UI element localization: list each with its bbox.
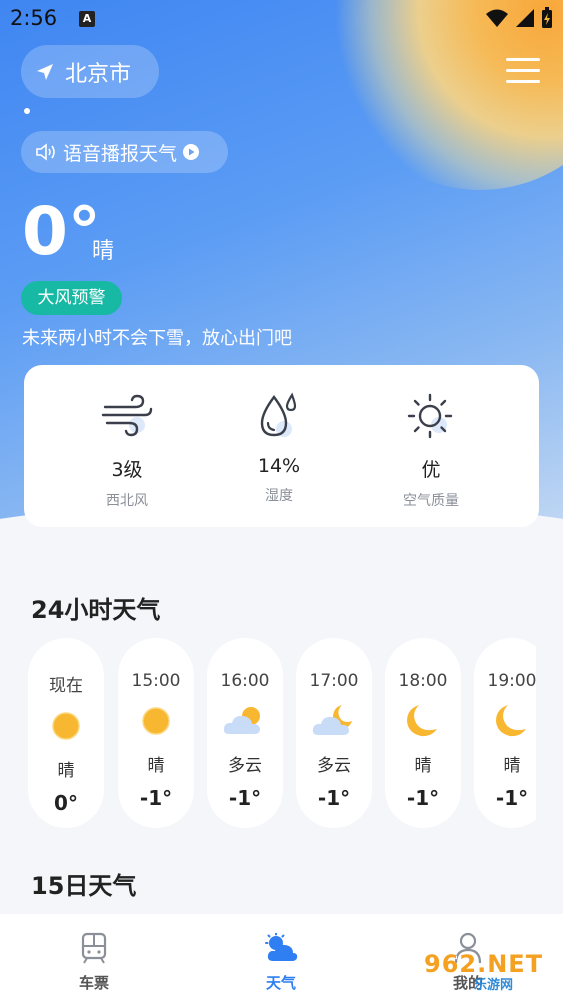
hourly-condition: 晴 [57, 761, 75, 781]
current-temperature: 0° [22, 193, 101, 270]
hourly-time: 19:00 [487, 671, 537, 691]
humidity-value: 14% [257, 455, 301, 477]
hourly-temp: -1° [228, 786, 262, 810]
moon-icon [407, 705, 437, 737]
hourly-temp: -1° [317, 786, 351, 810]
hourly-time: 17:00 [309, 671, 359, 691]
hourly-condition: 晴 [503, 756, 521, 776]
hourly-forecast-list[interactable]: 现在 晴 0° 15:00 晴 -1° 16:00 多云 -1° 17:00 多… [28, 638, 536, 830]
hourly-temp: -1° [139, 786, 173, 810]
signal-icon [516, 9, 534, 27]
city-name: 北京市 [65, 61, 132, 87]
tab-weather[interactable]: 天气 [221, 914, 341, 993]
status-time: 2:56 [10, 6, 58, 30]
hourly-section-title: 24小时天气 [31, 596, 161, 624]
play-icon [183, 144, 200, 160]
air-quality-label: 空气质量 [403, 493, 459, 509]
hourly-condition: 晴 [147, 756, 165, 776]
weather-icon [265, 933, 298, 961]
hourly-time: 16:00 [220, 671, 270, 691]
wifi-icon [486, 9, 508, 27]
menu-icon[interactable] [506, 58, 540, 86]
site-watermark: 962.NET 乐游网 [424, 950, 559, 998]
sun-icon [52, 712, 80, 740]
hourly-time: 18:00 [398, 671, 448, 691]
wind-value: 3级 [111, 459, 143, 481]
hourly-time: 15:00 [131, 671, 181, 691]
tab-tickets-label: 车票 [78, 974, 109, 992]
location-selector[interactable]: 北京市 [21, 45, 159, 98]
moon-icon [496, 705, 526, 737]
hourly-temp: 0° [54, 791, 78, 815]
sun-icon [142, 707, 170, 735]
hourly-item[interactable]: 15:00 晴 -1° [118, 638, 194, 828]
location-arrow-icon [37, 63, 53, 80]
speaker-icon [36, 143, 55, 161]
voice-broadcast-button[interactable]: 语音播报天气 [21, 131, 228, 173]
battery-icon [542, 7, 552, 28]
sun-air-icon [407, 393, 453, 439]
hourly-item[interactable]: 16:00 多云 -1° [207, 638, 283, 828]
tab-weather-label: 天气 [265, 974, 296, 992]
wind-label: 西北风 [106, 493, 148, 509]
humidity-icon [260, 392, 297, 437]
hourly-item[interactable]: 17:00 多云 -1° [296, 638, 372, 828]
daily-section-title: 15日天气 [31, 872, 137, 900]
app-notification-icon: A [79, 11, 95, 27]
hourly-condition: 多云 [317, 756, 351, 776]
status-bar: 2:56 A [0, 0, 563, 38]
hourly-time: 现在 [49, 676, 83, 696]
hourly-condition: 晴 [414, 756, 432, 776]
air-quality-value: 优 [421, 459, 441, 481]
humidity-label: 湿度 [265, 488, 293, 504]
train-icon [81, 932, 107, 964]
hourly-condition: 多云 [228, 756, 262, 776]
voice-label: 语音播报天气 [63, 142, 178, 165]
humidity-detail: 14% 湿度 [204, 365, 354, 505]
air-quality-detail: 优 空气质量 [356, 365, 506, 510]
cloud-sun-icon [223, 707, 260, 734]
hourly-temp: -1° [495, 786, 529, 810]
status-icons [485, 7, 553, 29]
weather-details-card: 3级 西北风 14% 湿度 优 空气质量 [24, 365, 539, 527]
hourly-item[interactable]: 现在 晴 0° [28, 638, 104, 828]
current-condition: 晴 [92, 239, 115, 264]
hourly-temp: -1° [406, 786, 440, 810]
wind-detail: 3级 西北风 [52, 365, 202, 510]
hourly-item[interactable]: 18:00 晴 -1° [385, 638, 461, 828]
weather-alert-badge[interactable]: 大风预警 [21, 281, 122, 315]
cloud-moon-icon [312, 705, 352, 735]
page-indicator-dot [24, 108, 30, 114]
wind-icon [101, 394, 153, 437]
forecast-message: 未来两小时不会下雪，放心出门吧 [22, 328, 292, 349]
hourly-item[interactable]: 19:00 晴 -1° [474, 638, 536, 828]
tab-tickets[interactable]: 车票 [34, 914, 154, 993]
